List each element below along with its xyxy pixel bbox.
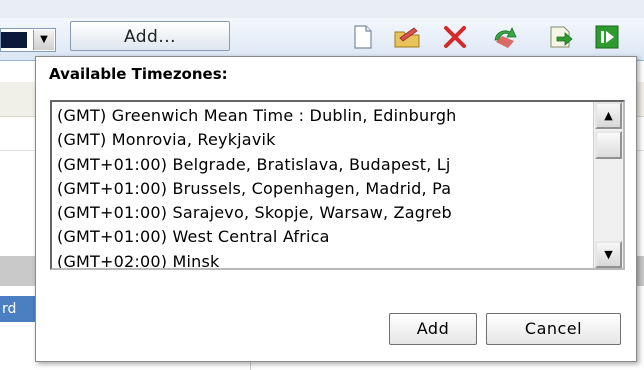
toolbar: ▼ Add... (0, 18, 644, 61)
add-toolbar-button[interactable]: Add... (70, 21, 230, 51)
list-item[interactable]: (GMT) Greenwich Mean Time : Dublin, Edin… (57, 104, 587, 128)
timezone-listbox[interactable]: (GMT) Greenwich Mean Time : Dublin, Edin… (50, 100, 625, 270)
scroll-thumb[interactable] (595, 131, 622, 159)
export-icon[interactable] (546, 22, 576, 52)
arrow-down-icon: ▼ (604, 248, 613, 261)
list-item[interactable]: (GMT) Monrovia, Reykjavik (57, 128, 587, 152)
edit-folder-icon[interactable] (392, 22, 422, 52)
list-item[interactable]: (GMT+01:00) Belgrade, Bratislava, Budape… (57, 153, 587, 177)
timezone-select[interactable]: ▼ (0, 28, 56, 52)
chevron-down-icon[interactable]: ▼ (33, 30, 54, 50)
new-document-icon[interactable] (348, 22, 378, 52)
timezone-dialog: Available Timezones: (GMT) Greenwich Mea… (35, 56, 637, 362)
scroll-up-button[interactable]: ▲ (595, 102, 622, 129)
list-item[interactable]: (GMT+01:00) Sarajevo, Skopje, Warsaw, Za… (57, 201, 587, 225)
run-icon[interactable] (592, 22, 622, 52)
scroll-down-button[interactable]: ▼ (595, 241, 622, 268)
list-item[interactable]: (GMT+02:00) Minsk (57, 250, 587, 268)
add-button[interactable]: Add (389, 313, 477, 345)
timezone-list: (GMT) Greenwich Mean Time : Dublin, Edin… (57, 104, 587, 268)
list-item[interactable]: (GMT+01:00) Brussels, Copenhagen, Madrid… (57, 177, 587, 201)
dialog-title: Available Timezones: (49, 65, 228, 83)
refresh-icon[interactable] (490, 22, 520, 52)
delete-icon[interactable] (440, 22, 470, 52)
arrow-up-icon: ▲ (604, 109, 613, 122)
cancel-button[interactable]: Cancel (486, 313, 621, 345)
vertical-scrollbar[interactable]: ▲ ▼ (593, 102, 623, 268)
top-strip (0, 0, 644, 18)
timezone-select-value (1, 32, 27, 48)
list-item[interactable]: (GMT+01:00) West Central Africa (57, 225, 587, 249)
